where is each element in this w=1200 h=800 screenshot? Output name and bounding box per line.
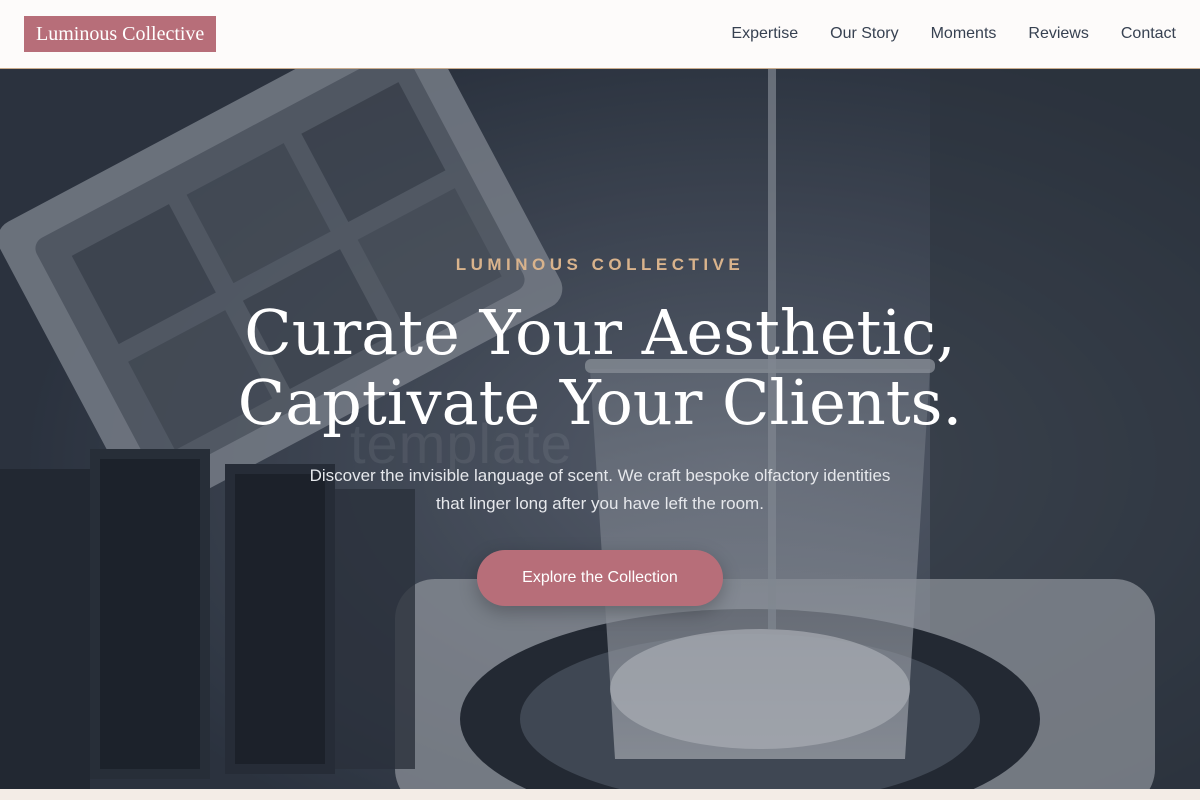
nav-link-our-story[interactable]: Our Story <box>830 25 898 43</box>
hero-headline-line-1: Curate Your Aesthetic, <box>244 296 956 369</box>
nav-link-moments[interactable]: Moments <box>931 25 997 43</box>
hero-eyebrow: LUMINOUS COLLECTIVE <box>455 255 745 274</box>
nav-link-contact[interactable]: Contact <box>1121 25 1176 43</box>
main-nav: Expertise Our Story Moments Reviews Cont… <box>731 25 1176 43</box>
hero-headline-line-2: Captivate Your Clients. <box>237 366 963 439</box>
hero-section: template LUMINOUS COLLECTIVE Curate Your… <box>0 69 1200 789</box>
hero-subtext: Discover the invisible language of scent… <box>250 462 950 518</box>
hero-headline: Curate Your Aesthetic, Captivate Your Cl… <box>0 298 1200 438</box>
explore-collection-button[interactable]: Explore the Collection <box>477 550 723 606</box>
nav-link-reviews[interactable]: Reviews <box>1028 25 1088 43</box>
hero-content: LUMINOUS COLLECTIVE Curate Your Aestheti… <box>0 254 1200 606</box>
logo[interactable]: Luminous Collective <box>24 16 217 52</box>
hero-subtext-line-1: Discover the invisible language of scent… <box>309 466 891 485</box>
hero-subtext-line-2: that linger long after you have left the… <box>436 494 764 513</box>
site-header: Luminous Collective Expertise Our Story … <box>0 0 1200 69</box>
nav-link-expertise[interactable]: Expertise <box>731 25 798 43</box>
next-section-edge <box>0 789 1200 800</box>
